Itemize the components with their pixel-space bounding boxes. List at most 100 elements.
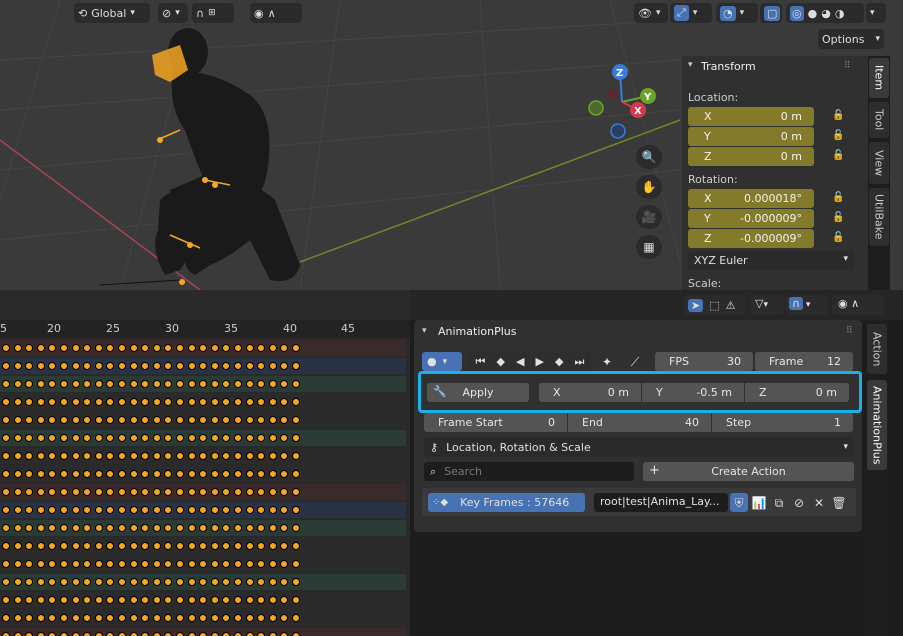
keyframe-point[interactable] xyxy=(152,344,161,352)
keyframe-point[interactable] xyxy=(129,416,138,424)
keyframe-point[interactable] xyxy=(60,614,68,622)
keyframe-point[interactable] xyxy=(2,614,10,622)
keyframe-point[interactable] xyxy=(129,524,138,532)
keyframe-point[interactable] xyxy=(106,488,115,496)
keyframe-point[interactable] xyxy=(141,488,150,496)
keyframe-point[interactable] xyxy=(129,614,138,622)
visibility-dropdown[interactable]: 👁 ▾ xyxy=(634,3,668,23)
keyframe-point[interactable] xyxy=(280,452,289,460)
keyframe-point[interactable] xyxy=(25,488,34,496)
keyframe-point[interactable] xyxy=(106,632,115,636)
camera-icon[interactable]: 🎥 xyxy=(636,205,662,229)
keyframe-point[interactable] xyxy=(164,434,173,442)
keyframe-point[interactable] xyxy=(71,614,80,622)
gizmo-toggle[interactable]: ⤢ ▾ xyxy=(670,3,712,23)
keyframe-point[interactable] xyxy=(25,452,34,460)
keyframe-point[interactable] xyxy=(292,560,300,568)
keyframe-point[interactable] xyxy=(83,452,92,460)
keyframe-point[interactable] xyxy=(36,362,45,370)
keyframe-point[interactable] xyxy=(164,362,173,370)
keyframe-point[interactable] xyxy=(164,524,173,532)
keyframe-point[interactable] xyxy=(129,344,138,352)
keyframe-channel-row[interactable] xyxy=(0,394,406,410)
keyframe-point[interactable] xyxy=(25,434,34,442)
keyframe-point[interactable] xyxy=(292,452,300,460)
keyframe-channel-row[interactable] xyxy=(0,538,406,554)
keyframe-point[interactable] xyxy=(106,596,115,604)
keyframe-point[interactable] xyxy=(141,542,150,550)
keyframe-point[interactable] xyxy=(71,506,80,514)
keyframe-point[interactable] xyxy=(176,344,184,352)
keyframe-point[interactable] xyxy=(25,560,34,568)
keyframe-point[interactable] xyxy=(48,470,57,478)
keyframe-point[interactable] xyxy=(245,596,254,604)
keyframe-point[interactable] xyxy=(222,560,231,568)
keyframe-point[interactable] xyxy=(222,470,231,478)
pan-hand-icon[interactable]: ✋ xyxy=(636,175,662,199)
tab-view[interactable]: View xyxy=(869,142,889,184)
keyframe-point[interactable] xyxy=(60,560,68,568)
keyframe-point[interactable] xyxy=(176,452,184,460)
keyframe-channel-row[interactable] xyxy=(0,430,406,446)
keyframe-point[interactable] xyxy=(36,452,45,460)
keyframe-point[interactable] xyxy=(60,380,68,388)
keyframe-point[interactable] xyxy=(164,596,173,604)
keyframe-point[interactable] xyxy=(292,416,300,424)
keyframe-point[interactable] xyxy=(152,596,161,604)
keyframe-point[interactable] xyxy=(118,560,126,568)
keyframe-point[interactable] xyxy=(13,416,22,424)
keyframe-point[interactable] xyxy=(257,488,266,496)
keyframe-point[interactable] xyxy=(13,470,22,478)
keyframe-point[interactable] xyxy=(268,344,277,352)
keyframe-point[interactable] xyxy=(199,452,208,460)
keyframe-point[interactable] xyxy=(129,452,138,460)
keyframe-point[interactable] xyxy=(245,524,254,532)
pivot-dropdown[interactable]: ⊘ ▾ xyxy=(158,3,188,23)
keyframe-point[interactable] xyxy=(245,398,254,406)
keyframe-point[interactable] xyxy=(118,488,126,496)
keyframes-count-button[interactable]: ⁘◆ Key Frames : 57646 xyxy=(428,493,585,512)
search-input[interactable]: ⌕ Search xyxy=(424,462,634,481)
keyframe-point[interactable] xyxy=(187,416,196,424)
keyframe-point[interactable] xyxy=(48,578,57,586)
keyframe-point[interactable] xyxy=(48,596,57,604)
keyframe-point[interactable] xyxy=(118,362,126,370)
tab-tool[interactable]: Tool xyxy=(869,102,889,138)
keyframe-point[interactable] xyxy=(83,380,92,388)
rotation-mode-dropdown[interactable]: XYZ Euler ▾ xyxy=(688,251,854,270)
keyframe-point[interactable] xyxy=(25,596,34,604)
location-z-field[interactable]: Z0 m xyxy=(688,147,814,166)
keyframe-point[interactable] xyxy=(83,542,92,550)
keyframe-point[interactable] xyxy=(152,362,161,370)
keyframe-point[interactable] xyxy=(48,362,57,370)
keyframe-point[interactable] xyxy=(13,524,22,532)
keyframe-point[interactable] xyxy=(268,632,277,636)
keyframe-point[interactable] xyxy=(222,380,231,388)
keyframe-point[interactable] xyxy=(234,596,242,604)
keyframe-point[interactable] xyxy=(25,416,34,424)
shading-dropdown[interactable]: ▾ xyxy=(866,3,886,23)
keyframe-point[interactable] xyxy=(210,632,219,636)
collapse-chevron-icon[interactable]: ▾ xyxy=(688,60,693,70)
keyframe-point[interactable] xyxy=(176,524,184,532)
keyframe-point[interactable] xyxy=(245,614,254,622)
keyframe-point[interactable] xyxy=(60,434,68,442)
keyframe-point[interactable] xyxy=(36,434,45,442)
proportional-edit[interactable]: ◉ ∧ xyxy=(250,3,302,23)
proportional-edit-lower[interactable]: ◉ ∧ xyxy=(832,295,884,315)
keyframe-point[interactable] xyxy=(94,506,103,514)
keyframe-point[interactable] xyxy=(25,524,34,532)
keyframe-point[interactable] xyxy=(176,416,184,424)
keyframe-point[interactable] xyxy=(25,506,34,514)
keyframe-point[interactable] xyxy=(129,578,138,586)
action-name-field[interactable]: root|test|Anima_Lay... xyxy=(594,493,728,512)
keyframe-point[interactable] xyxy=(36,416,45,424)
keyframe-point[interactable] xyxy=(187,542,196,550)
keyframe-point[interactable] xyxy=(13,362,22,370)
keyframe-point[interactable] xyxy=(280,542,289,550)
keyframe-point[interactable] xyxy=(199,362,208,370)
keyframe-point[interactable] xyxy=(257,506,266,514)
keyframe-point[interactable] xyxy=(234,632,242,636)
keyframe-point[interactable] xyxy=(83,506,92,514)
keyframe-point[interactable] xyxy=(71,542,80,550)
